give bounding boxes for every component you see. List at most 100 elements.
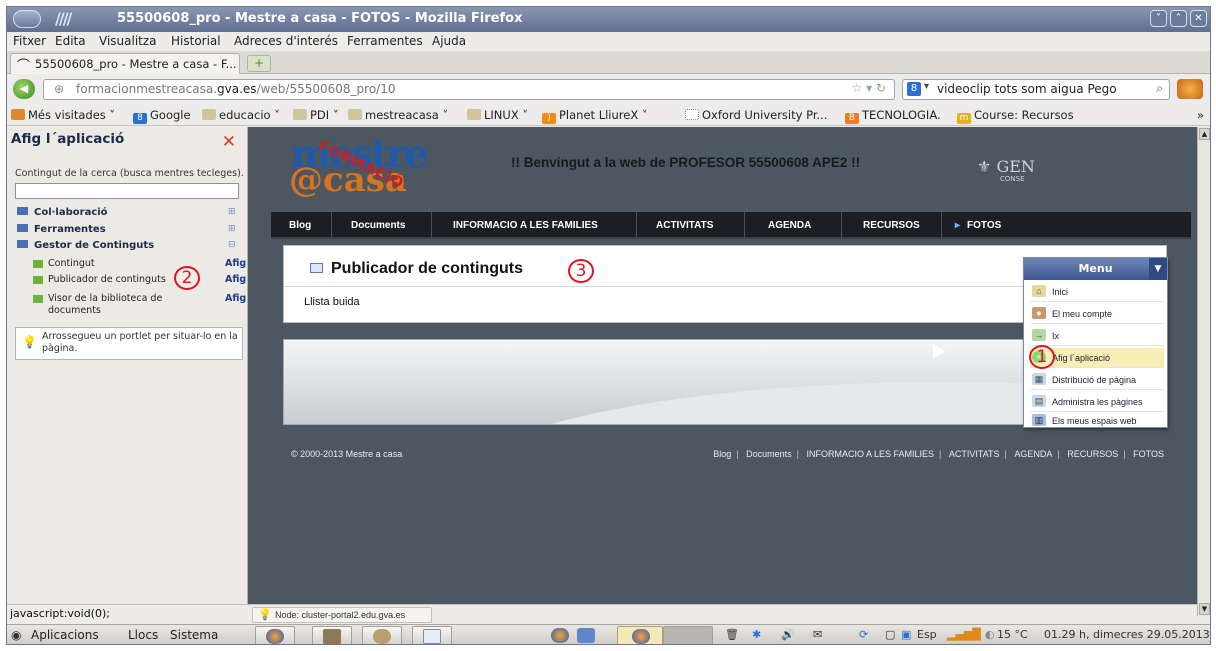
menu-historial[interactable]: Historial [171, 34, 221, 48]
chevron-down-icon[interactable]: ▾ [924, 81, 929, 92]
expand-icon[interactable]: ⊞ [228, 224, 236, 234]
add-button[interactable]: Afig [225, 293, 246, 304]
taskbar-tool-launcher[interactable] [362, 626, 402, 644]
taskbar-window-slot[interactable] [663, 626, 713, 644]
menu-ajuda[interactable]: Ajuda [432, 34, 466, 48]
gnome-menu-icon[interactable]: ◉ [11, 628, 21, 642]
close-window-button[interactable]: ✕ [1190, 10, 1207, 27]
trash-icon[interactable]: 🗑 [725, 628, 739, 641]
nav-fotos[interactable]: FOTOS [967, 220, 1001, 231]
firefox-addon-icon[interactable] [1177, 79, 1203, 99]
menu-item-administra-pagines[interactable]: ▤ Administra les pàgines [1030, 392, 1164, 412]
site-navigation: Blog Documents INFORMACIO A LES FAMILIES… [271, 212, 1191, 239]
nav-informacio-families[interactable]: INFORMACIO A LES FAMILIES [453, 220, 598, 231]
footer-blog[interactable]: Blog [713, 449, 731, 459]
volume-icon[interactable]: 🔊 [781, 628, 795, 641]
status-bar: javascript:void(0); 💡 Node: cluster-port… [7, 604, 1197, 623]
taskbar-quick-launch[interactable] [547, 626, 613, 644]
taskbar-llocs[interactable]: Llocs [128, 628, 158, 642]
collapse-icon[interactable]: ⊟ [228, 240, 236, 250]
weather-icon[interactable]: ◐ [985, 628, 995, 641]
menu-fitxer[interactable]: Fitxer [13, 34, 46, 48]
bookmark-course-recursos[interactable]: m Course: Recursos [957, 108, 1074, 124]
close-icon[interactable]: ✕ [222, 132, 236, 152]
nav-documents[interactable]: Documents [351, 220, 405, 231]
search-engine-icon[interactable]: 8 [907, 82, 921, 96]
search-icon[interactable]: ⌕ [1156, 81, 1163, 96]
maximize-button[interactable]: ˄ [1170, 10, 1187, 27]
menu-edita[interactable]: Edita [55, 34, 86, 48]
nav-activitats[interactable]: ACTIVITATS [656, 220, 713, 231]
bookmarks-overflow-button[interactable]: » [1197, 108, 1204, 122]
menu-item-el-meu-compte[interactable]: ● El meu compte [1030, 304, 1164, 324]
window-menu-button[interactable] [13, 10, 41, 28]
minimize-button[interactable]: ˅ [1150, 10, 1167, 27]
category-ferramentes[interactable]: Ferramentes ⊞ [17, 224, 242, 235]
scroll-down-icon[interactable]: ▼ [1199, 603, 1210, 615]
nav-recursos[interactable]: RECURSOS [863, 220, 920, 231]
bookmark-tecnologia[interactable]: B TECNOLOGIA. [845, 108, 941, 124]
footer-activitats[interactable]: ACTIVITATS [949, 449, 1000, 459]
tab-active[interactable]: ⌒ 55500608_pro - Mestre a casa - F... [10, 53, 240, 74]
menu-item-inici[interactable]: ⌂ Inici [1030, 282, 1164, 302]
scroll-up-icon[interactable]: ▲ [1199, 128, 1210, 140]
bookmark-most-visited[interactable]: Més visitades ˅ [11, 108, 115, 122]
taskbar-document-launcher[interactable] [412, 626, 452, 644]
taskbar-package-launcher[interactable] [312, 626, 352, 644]
clipboard-icon[interactable]: ▢ [885, 628, 895, 641]
bookmark-oxford[interactable]: Oxford University Pr... [685, 108, 827, 122]
taskbar-firefox-window[interactable] [617, 626, 663, 644]
category-collaboracio[interactable]: Col·laboració ⊞ [17, 207, 242, 218]
menu-item-ix[interactable]: → Ix [1030, 326, 1164, 346]
menu-adreces[interactable]: Adreces d'interés [234, 34, 338, 48]
taskbar-sistema[interactable]: Sistema [170, 628, 218, 642]
nav-blog[interactable]: Blog [289, 220, 311, 231]
panel-search-input[interactable] [15, 183, 239, 199]
expand-icon[interactable]: ⊞ [228, 207, 236, 217]
title-bar[interactable]: //// 55500608_pro - Mestre a casa - FOTO… [7, 7, 1210, 32]
bookmark-linux[interactable]: LINUX ˅ [467, 108, 528, 122]
nav-agenda[interactable]: AGENDA [768, 220, 811, 231]
clock[interactable]: 01.29 h, dimecres 29.05.2013 [1044, 628, 1210, 641]
add-button[interactable]: Afig [225, 274, 246, 285]
taskbar-aplicacions[interactable]: Aplicacions [31, 628, 99, 642]
bookmark-planet-lliurex[interactable]: ) Planet LliureX ˅ [542, 108, 648, 124]
keyboard-layout[interactable]: Esp [917, 628, 937, 641]
site-identity-icon[interactable]: ⊕ [54, 82, 64, 96]
footer-agenda[interactable]: AGENDA [1014, 449, 1052, 459]
menu-ferramentes[interactable]: Ferramentes [347, 34, 423, 48]
gen-text: GEN [996, 157, 1035, 176]
tab-bar: ⌒ 55500608_pro - Mestre a casa - F... + [7, 51, 1210, 74]
footer-informacio[interactable]: INFORMACIO A LES FAMILIES [806, 449, 934, 459]
site-logo[interactable]: mestre @casa FORMACIÓ [285, 135, 445, 198]
add-button[interactable]: Afig [225, 258, 246, 269]
weather-temperature[interactable]: 15 °C [997, 628, 1028, 641]
bluetooth-icon[interactable]: ✱ [752, 628, 761, 641]
wifi-signal-icon[interactable]: ▂▄▆█ [947, 628, 981, 641]
footer-recursos[interactable]: RECURSOS [1067, 449, 1118, 459]
bookmark-google[interactable]: 8 Google [133, 108, 191, 124]
footer-documents[interactable]: Documents [746, 449, 792, 459]
bookmark-star-reload-icons[interactable]: ☆ ▾ ↻ [852, 81, 886, 95]
menu-item-espais-web[interactable]: ▥ Els meus espais web [1030, 411, 1164, 431]
vertical-scrollbar[interactable]: ▲ ▼ [1197, 127, 1210, 616]
menu-visualitza[interactable]: Visualitza [99, 34, 157, 48]
menu-item-distribucio[interactable]: ▦ Distribució de pàgina [1030, 370, 1164, 390]
bookmark-educacio[interactable]: educacio ˅ [202, 108, 280, 122]
network-icon[interactable]: ▣ [901, 628, 911, 641]
status-text: javascript:void(0); [10, 607, 110, 620]
back-button[interactable]: ◀ [13, 79, 35, 99]
app-item-visor-biblioteca[interactable]: Visor de la biblioteca de documents Afig [33, 293, 246, 317]
menu-header[interactable]: Menu ▼ [1024, 258, 1167, 280]
chevron-down-icon[interactable]: ▼ [1149, 258, 1167, 280]
bookmark-mestreacasa[interactable]: mestreacasa ˅ [348, 108, 448, 122]
footer-fotos[interactable]: FOTOS [1133, 449, 1164, 459]
taskbar-firefox-launcher[interactable] [255, 626, 295, 644]
url-bar[interactable]: ⊕ formacionmestreacasa.gva.es/web/555006… [43, 79, 895, 100]
new-tab-button[interactable]: + [247, 55, 271, 72]
bookmark-pdi[interactable]: PDI ˅ [293, 108, 339, 122]
category-gestor-continguts[interactable]: Gestor de Continguts ⊟ [17, 240, 242, 251]
mail-icon[interactable]: ✉ [813, 628, 822, 641]
update-icon[interactable]: ⟳ [859, 628, 868, 641]
search-box[interactable]: 8 ▾ videoclip tots som aigua Pego ⌕ [902, 79, 1170, 100]
